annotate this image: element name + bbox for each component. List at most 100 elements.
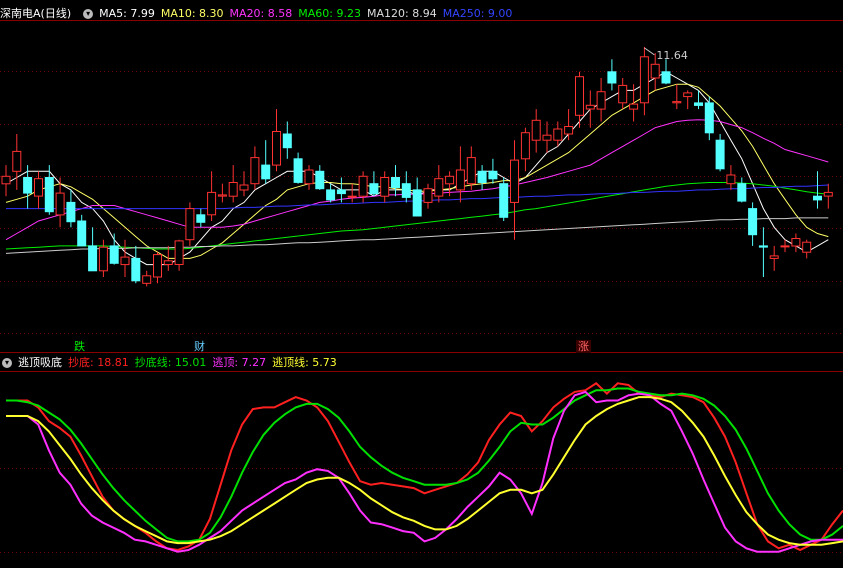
candle-up — [55, 192, 65, 216]
candle-down — [607, 71, 617, 84]
cdx-line — [6, 387, 843, 543]
ma120-label: MA120: 8.94 — [366, 7, 437, 20]
td-label: 逃顶: 7.27 — [212, 356, 267, 369]
candle-down — [77, 220, 87, 247]
candle-down — [109, 245, 119, 264]
bottom-legend: ▾ 逃顶吸底 抄底: 18.81 抄底线: 15.01 逃顶: 7.27 逃顶线… — [0, 355, 343, 371]
candle-down — [391, 177, 400, 188]
ma5-label: MA5: 7.99 — [99, 7, 155, 20]
candle-up — [683, 92, 693, 98]
candle-up — [174, 240, 184, 265]
top-title[interactable]: 深南电A(日线) — [0, 6, 71, 22]
candle-up — [455, 169, 465, 191]
candle-up — [272, 131, 281, 166]
candle-down — [748, 208, 758, 236]
candle-down — [336, 189, 346, 195]
chart-svg: 11.64 — [0, 20, 843, 553]
candle-down — [401, 183, 411, 198]
candle-up — [769, 255, 779, 259]
candle-down — [737, 183, 747, 202]
candle-up — [780, 245, 790, 248]
candle-down — [326, 189, 336, 201]
candle-down — [44, 177, 54, 213]
candle-up — [650, 63, 660, 79]
candle-up — [553, 128, 563, 141]
candle-up — [823, 191, 833, 197]
candle-up — [639, 56, 649, 104]
candle-up — [434, 178, 444, 197]
candle-up — [347, 195, 357, 198]
ma-line-ma5 — [5, 71, 829, 266]
candle-up — [629, 103, 639, 110]
candle-down — [704, 102, 714, 134]
candle-up — [791, 238, 801, 247]
marker-die[interactable]: 跌 — [72, 340, 87, 353]
candle-up — [531, 119, 541, 141]
marker-zhang[interactable]: 涨 — [576, 340, 591, 353]
candle-down — [488, 170, 498, 180]
candle-up — [542, 134, 552, 141]
candle-up — [304, 169, 314, 185]
candle-up — [228, 182, 238, 197]
candle-down — [196, 214, 206, 223]
candle-up — [564, 126, 574, 135]
candle-down — [412, 189, 422, 217]
candle-down — [315, 170, 325, 190]
candle-up — [217, 194, 227, 197]
candle-up — [142, 275, 152, 284]
candle-up — [98, 246, 108, 272]
cdx-label: 抄底线: 15.01 — [134, 356, 207, 369]
ma60-label: MA60: 9.23 — [298, 7, 361, 20]
ma10-label: MA10: 8.30 — [160, 7, 224, 20]
chart-stage: 11.64 深南电A(日线) ▾ MA5: 7.99 MA10: 8.30 MA… — [0, 0, 843, 565]
candle-down — [477, 170, 487, 184]
candle-up — [163, 260, 173, 265]
candle-down — [661, 71, 671, 84]
candle-down — [369, 183, 379, 195]
high-annotation-label: 11.64 — [656, 49, 688, 62]
ma20-label: MA20: 8.58 — [229, 7, 293, 20]
high-annotation-leader — [644, 47, 655, 56]
chevron-down-icon[interactable]: ▾ — [83, 9, 94, 19]
candle-up — [618, 84, 628, 104]
candle-up — [1, 175, 11, 185]
candle-down — [261, 164, 271, 180]
candle-up — [520, 132, 530, 160]
td-line — [6, 390, 843, 553]
candle-up — [802, 241, 812, 253]
candle-down — [282, 133, 292, 149]
tdx-line — [6, 396, 843, 546]
candle-down — [23, 177, 33, 194]
marker-cai[interactable]: 财 — [192, 340, 207, 353]
candle-down — [813, 195, 822, 201]
candle-up — [250, 157, 260, 185]
candle-up — [423, 188, 433, 203]
candle-down — [293, 158, 303, 183]
indicator-title[interactable]: 逃顶吸底 — [18, 355, 62, 371]
candle-down — [715, 139, 725, 170]
candle-down — [66, 201, 76, 223]
candle-up — [672, 101, 682, 104]
candle-up — [585, 104, 595, 110]
candle-up — [445, 175, 455, 185]
cd-label: 抄底: 18.81 — [68, 356, 129, 369]
candle-down — [88, 245, 98, 272]
candle-up — [726, 174, 736, 185]
candle-up — [185, 208, 195, 241]
candle-up — [380, 177, 390, 197]
candle-down — [758, 245, 768, 248]
candle-down — [499, 183, 509, 218]
top-legend: 深南电A(日线) ▾ MA5: 7.99 MA10: 8.30 MA20: 8.… — [0, 6, 518, 22]
candle-up — [239, 184, 249, 191]
candle-up — [575, 76, 584, 116]
tdx-label: 逃顶线: 5.73 — [272, 356, 337, 369]
candle-up — [358, 175, 368, 197]
candle-up — [466, 157, 476, 185]
candle-up — [120, 256, 130, 266]
chevron-down-icon[interactable]: ▾ — [2, 358, 12, 368]
candle-up — [596, 91, 606, 110]
candle-down — [694, 102, 703, 106]
candle-up — [34, 178, 43, 197]
candle-up — [510, 159, 519, 203]
candle-up — [12, 150, 22, 172]
